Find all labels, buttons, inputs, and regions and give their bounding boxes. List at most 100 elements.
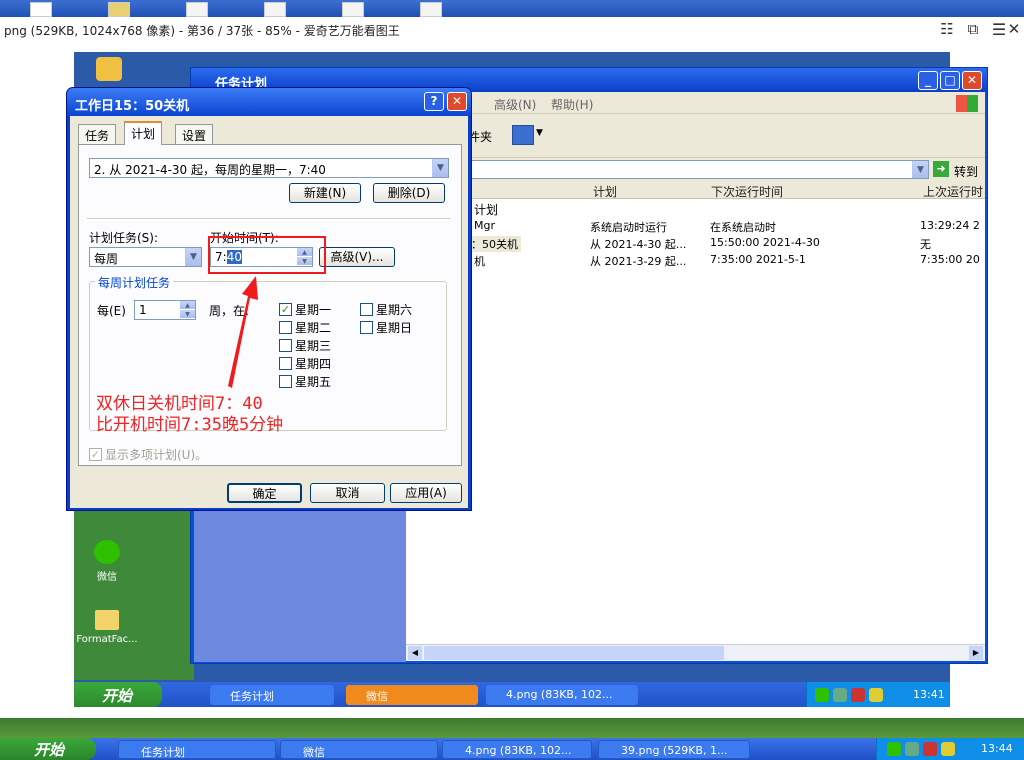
tab-settings[interactable]: 设置: [175, 124, 214, 144]
red-arrow-icon: [228, 276, 258, 388]
column-next-run[interactable]: 下次运行时间: [711, 183, 783, 200]
views-icon[interactable]: [512, 125, 534, 145]
scroll-right-icon[interactable]: ▶: [969, 646, 983, 660]
inner-task-png[interactable]: 4.png (83KB, 102...: [486, 685, 638, 705]
chevron-down-icon[interactable]: ▼: [185, 248, 201, 266]
tab-schedule[interactable]: 计划: [124, 121, 163, 145]
task-label: 微信: [303, 746, 325, 759]
schedule-task-label: 计划任务(S):: [89, 231, 159, 245]
new-button[interactable]: 新建(N): [289, 183, 361, 203]
schedule-task-value: 每周: [94, 252, 119, 266]
task-last-run: 无: [920, 238, 931, 251]
dialog-titlebar[interactable]: 工作日15：50关机: [67, 88, 471, 116]
task-label: 任务计划: [141, 746, 185, 759]
chevron-down-icon[interactable]: ▼: [432, 159, 448, 177]
every-weeks-input[interactable]: 1 ▲ ▼: [134, 300, 196, 320]
task-label: 任务计划: [230, 690, 274, 703]
file-icon: [420, 2, 442, 17]
highlight-box: [208, 236, 326, 274]
close-button[interactable]: ✕: [962, 71, 982, 90]
table-row[interactable]: ：50关机 从 2021-4-30 起... 15:50:00 2021-4-3…: [406, 236, 985, 253]
desktop-icon-label: 微信: [97, 572, 117, 583]
scroll-thumb[interactable]: [424, 646, 724, 660]
schedule-select[interactable]: 2. 从 2021-4-30 起，每周的星期一，7:40 ▼: [89, 158, 449, 178]
wechat-tray-icon[interactable]: [887, 742, 901, 756]
shield-icon[interactable]: [941, 742, 955, 756]
maximize-button[interactable]: □: [940, 71, 960, 90]
table-row[interactable]: 计划: [406, 201, 985, 218]
ok-button[interactable]: 确定: [227, 483, 302, 503]
task-last-run: 7:35:00 20: [920, 253, 980, 266]
friday-checkbox[interactable]: [279, 375, 292, 388]
png39-taskbar[interactable]: 39.png (529KB, 1...: [598, 740, 750, 759]
address-input[interactable]: ▼: [464, 160, 929, 179]
desktop-icon-wechat[interactable]: 微信: [72, 540, 142, 583]
desktop-icon-formatfactory[interactable]: FormatFac...: [72, 610, 142, 645]
inner-system-tray: 13:41: [806, 682, 950, 707]
spin-up-icon[interactable]: ▲: [180, 301, 195, 310]
every-label: 每(E): [97, 304, 126, 318]
inner-task-scheduler[interactable]: 任务计划: [210, 685, 334, 705]
wechat-tray-icon[interactable]: [815, 688, 829, 702]
file-icon: [30, 2, 52, 17]
minimize-button[interactable]: _: [918, 71, 938, 90]
desktop-icon-label: FormatFac...: [76, 634, 138, 645]
folder-icon: [108, 2, 130, 17]
desktop-icon[interactable]: [74, 57, 144, 81]
saturday-checkbox[interactable]: [360, 303, 373, 316]
shirt-icon[interactable]: ☷: [936, 20, 958, 40]
column-last-run[interactable]: 上次运行时: [923, 183, 983, 200]
menu-help[interactable]: 帮助(H): [551, 96, 593, 113]
monday-checkbox[interactable]: ✓: [279, 303, 292, 316]
close-icon[interactable]: ✕: [1003, 20, 1024, 40]
column-schedule[interactable]: 计划: [593, 183, 617, 200]
wechat-taskbar[interactable]: 微信: [280, 740, 438, 759]
every-spinner[interactable]: ▲ ▼: [180, 301, 195, 319]
show-multiple-label: 显示多项计划(U)。: [105, 448, 208, 462]
scroll-left-icon[interactable]: ◀: [408, 646, 422, 660]
task-name: Mgr: [474, 219, 495, 232]
task-schedule: 系统启动时运行: [590, 221, 667, 234]
task-next-run: 在系统启动时: [710, 221, 776, 234]
network-icon[interactable]: [833, 688, 847, 702]
thursday-checkbox[interactable]: [279, 357, 292, 370]
outer-taskbar: 开始 任务计划 微信 4.png (83KB, 102... 39.png (5…: [0, 738, 1024, 760]
network-icon[interactable]: [905, 742, 919, 756]
chevron-down-icon[interactable]: ▼: [536, 128, 543, 138]
schedule-task-select[interactable]: 每周 ▼: [89, 247, 202, 267]
spin-down-icon[interactable]: ▼: [180, 310, 195, 319]
shield-icon[interactable]: [869, 688, 883, 702]
task-label: 4.png (83KB, 102...: [506, 688, 613, 701]
table-row[interactable]: 机 从 2021-3-29 起... 7:35:00 2021-5-1 7:35…: [406, 253, 985, 270]
png4-taskbar[interactable]: 4.png (83KB, 102...: [442, 740, 592, 759]
task-label: 微信: [366, 690, 388, 703]
copy-icon[interactable]: ⧉: [962, 20, 984, 40]
recycle-icon: [96, 57, 122, 81]
task-scheduler-taskbar[interactable]: 任务计划: [118, 740, 276, 759]
clock: 13:44: [981, 742, 1013, 755]
help-button[interactable]: ?: [424, 92, 444, 111]
tab-task[interactable]: 任务: [78, 124, 117, 144]
inner-start-button[interactable]: 开始: [74, 682, 162, 707]
apply-button[interactable]: 应用(A): [390, 483, 462, 503]
horizontal-scrollbar[interactable]: ◀ ▶: [406, 644, 985, 661]
go-arrow-icon[interactable]: ➜: [933, 161, 949, 177]
dialog-close-button[interactable]: ✕: [447, 92, 467, 111]
tuesday-checkbox[interactable]: [279, 321, 292, 334]
advanced-button[interactable]: 高级(V)...: [319, 247, 395, 267]
sunday-checkbox[interactable]: [360, 321, 373, 334]
start-button[interactable]: 开始: [0, 738, 96, 760]
table-row[interactable]: Mgr 系统启动时运行 在系统启动时 13:29:24 2: [406, 219, 985, 236]
chevron-down-icon[interactable]: ▼: [912, 161, 928, 178]
file-icon: [342, 2, 364, 17]
cancel-button[interactable]: 取消: [310, 483, 385, 503]
security-alert-icon[interactable]: [851, 688, 865, 702]
delete-button[interactable]: 删除(D): [373, 183, 445, 203]
go-button[interactable]: 转到: [954, 163, 978, 180]
menu-advanced[interactable]: 高级(N): [494, 96, 536, 113]
show-multiple-checkbox[interactable]: ✓: [89, 448, 102, 461]
wednesday-checkbox[interactable]: [279, 339, 292, 352]
inner-task-wechat[interactable]: 微信: [346, 685, 478, 705]
task-name: 机: [474, 255, 485, 268]
security-alert-icon[interactable]: [923, 742, 937, 756]
